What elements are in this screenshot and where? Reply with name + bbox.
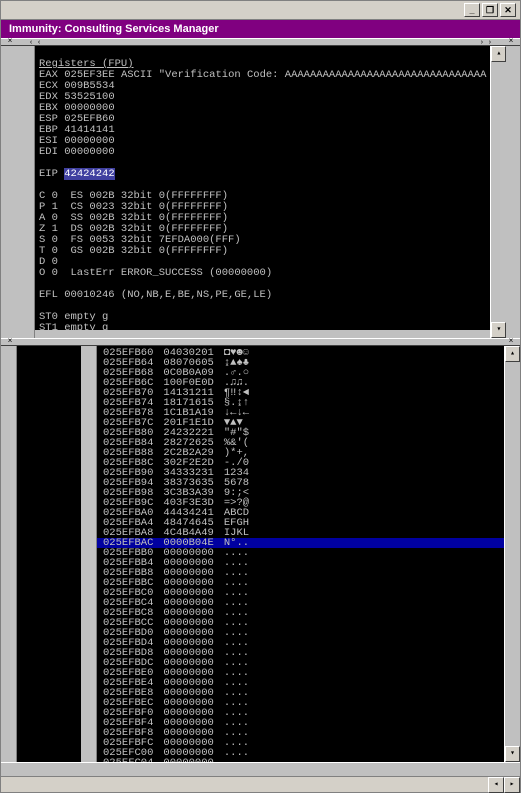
stack-pane[interactable]: 025EFB6004030201◘♥☻☺025EFB6408070605↨▲♠♣… bbox=[97, 346, 504, 762]
stack-row[interactable]: 025EFBEC00000000.... bbox=[103, 698, 498, 708]
horizontal-scrollbar[interactable]: ◂ ▸ bbox=[1, 776, 520, 792]
stack-row[interactable]: 025EFB7418171615§.↨↑ bbox=[103, 398, 498, 408]
stack-scroll-down-icon[interactable]: ▾ bbox=[505, 746, 520, 762]
stack-row[interactable]: 025EFB8024232221"#"$ bbox=[103, 428, 498, 438]
registers-gutter bbox=[1, 46, 35, 338]
panel-close-right-icon[interactable]: × bbox=[506, 38, 516, 46]
stack-row[interactable]: 025EFB90343332311234 bbox=[103, 468, 498, 478]
panel-nav-left2-icon[interactable]: ‹ bbox=[37, 39, 41, 47]
stack-panel-close-right-icon[interactable]: × bbox=[506, 338, 516, 346]
stack-row[interactable]: 025EFB7C201F1E1D▼▲▼ bbox=[103, 418, 498, 428]
hscroll-left-icon[interactable]: ◂ bbox=[488, 777, 504, 793]
fpu-st1[interactable]: ST1 empty g bbox=[39, 322, 108, 330]
stack-row[interactable]: 025EFBF400000000.... bbox=[103, 718, 498, 728]
stack-row[interactable]: 025EFBF000000000.... bbox=[103, 708, 498, 718]
stack-row[interactable]: 025EFBA84C4B4A49IJKL bbox=[103, 528, 498, 538]
stack-scroll-up-icon[interactable]: ▴ bbox=[505, 346, 520, 362]
stack-row[interactable]: 025EFBAC0000B04EN°.. bbox=[97, 538, 504, 548]
stack-row[interactable]: 025EFBA044434241ABCD bbox=[103, 508, 498, 518]
stack-gutter-outer bbox=[1, 346, 17, 762]
stack-row[interactable]: 025EFB6408070605↨▲♠♣ bbox=[103, 358, 498, 368]
eip-value-highlight: 42424242 bbox=[64, 168, 114, 180]
scroll-up-icon[interactable]: ▴ bbox=[491, 46, 506, 62]
stack-row[interactable]: 025EFBBC00000000.... bbox=[103, 578, 498, 588]
registers-pane[interactable]: Registers (FPU) EAX 025EF3EE ASCII "Veri… bbox=[35, 46, 490, 330]
close-button[interactable]: ✕ bbox=[500, 3, 516, 17]
stack-panel-header[interactable]: × × bbox=[1, 338, 520, 346]
stack-row[interactable]: 025EFC0000000000.... bbox=[103, 748, 498, 758]
status-bar bbox=[1, 762, 520, 776]
stack-row[interactable]: 025EFBD000000000.... bbox=[103, 628, 498, 638]
stack-row[interactable]: 025EFB680C0B0A09.♂.○ bbox=[103, 368, 498, 378]
stack-row[interactable]: 025EFB983C3B3A399:;< bbox=[103, 488, 498, 498]
panel-nav-left-icon[interactable]: ‹ bbox=[29, 39, 33, 47]
efl-line[interactable]: EFL 00010246 (NO,NB,E,BE,NS,PE,GE,LE) bbox=[39, 289, 272, 301]
app-frame: _ ❐ ✕ Immunity: Consulting Services Mana… bbox=[0, 0, 521, 793]
stack-row[interactable]: 025EFBD800000000.... bbox=[103, 648, 498, 658]
stack-row[interactable]: 025EFBE400000000.... bbox=[103, 678, 498, 688]
flag-line-5[interactable]: T 0 GS 002B 32bit 0(FFFFFFFF) bbox=[39, 245, 228, 257]
stack-row[interactable]: 025EFB7014131211¶‼↕◄ bbox=[103, 388, 498, 398]
stack-row[interactable]: 025EFBB400000000.... bbox=[103, 558, 498, 568]
hscroll-right-icon[interactable]: ▸ bbox=[504, 777, 520, 793]
stack-row[interactable]: 025EFBB000000000.... bbox=[103, 548, 498, 558]
app-title: Immunity: Consulting Services Manager bbox=[9, 23, 219, 35]
stack-row[interactable]: 025EFBCC00000000.... bbox=[103, 618, 498, 628]
panel-nav-right2-icon[interactable]: › bbox=[480, 39, 484, 47]
stack-row[interactable]: 025EFBE000000000.... bbox=[103, 668, 498, 678]
stack-scrollbar[interactable]: ▴ ▾ bbox=[504, 346, 520, 762]
maximize-button[interactable]: ❐ bbox=[482, 3, 498, 17]
stack-gutter-inner bbox=[81, 346, 97, 762]
stack-row[interactable]: 025EFB9C403F3E3D=>?@ bbox=[103, 498, 498, 508]
window-controls: _ ❐ ✕ bbox=[1, 1, 520, 20]
stack-row[interactable]: 025EFB8C302F2E2D-./0 bbox=[103, 458, 498, 468]
stack-panel-close-left-icon[interactable]: × bbox=[5, 338, 15, 346]
stack-ascii: .... bbox=[224, 758, 249, 762]
stack-row[interactable]: 025EFBA448474645EFGH bbox=[103, 518, 498, 528]
reg-edi[interactable]: EDI 00000000 bbox=[39, 146, 115, 158]
stack-row[interactable]: 025EFB94383736355678 bbox=[103, 478, 498, 488]
stack-row[interactable]: 025EFBDC00000000.... bbox=[103, 658, 498, 668]
stack-row[interactable]: 025EFBD400000000.... bbox=[103, 638, 498, 648]
stack-row[interactable]: 025EFB8428272625%&'( bbox=[103, 438, 498, 448]
registers-scrollbar[interactable]: ▴ ▾ bbox=[490, 46, 506, 338]
registers-panel-header[interactable]: × ‹ ‹ › › × bbox=[1, 38, 520, 46]
panel-close-left-icon[interactable]: × bbox=[5, 38, 15, 46]
stack-row[interactable]: 025EFBE800000000.... bbox=[103, 688, 498, 698]
stack-addr: 025EFC04 bbox=[103, 758, 153, 762]
reg-eip[interactable]: EIP 42424242 bbox=[39, 168, 115, 180]
stack-row[interactable]: 025EFBC000000000.... bbox=[103, 588, 498, 598]
stack-row[interactable]: 025EFBF800000000.... bbox=[103, 728, 498, 738]
title-bar[interactable]: Immunity: Consulting Services Manager bbox=[1, 20, 520, 38]
stack-row[interactable]: 025EFBC800000000.... bbox=[103, 608, 498, 618]
scroll-down-icon[interactable]: ▾ bbox=[491, 322, 506, 338]
flag-line-7[interactable]: O 0 LastErr ERROR_SUCCESS (00000000) bbox=[39, 267, 272, 279]
stack-row[interactable]: 025EFB6004030201◘♥☻☺ bbox=[103, 348, 498, 358]
stack-row[interactable]: 025EFB6C100F0E0D.♫♫. bbox=[103, 378, 498, 388]
minimize-button[interactable]: _ bbox=[464, 3, 480, 17]
stack-row[interactable]: 025EFB781C1B1A19↓←↓← bbox=[103, 408, 498, 418]
panel-nav-right-icon[interactable]: › bbox=[488, 39, 492, 47]
stack-row[interactable]: 025EFBB800000000.... bbox=[103, 568, 498, 578]
stack-row[interactable]: 025EFC04 00000000.... bbox=[103, 758, 498, 762]
stack-row[interactable]: 025EFB882C2B2A29)*+, bbox=[103, 448, 498, 458]
stack-hex: 00000000 bbox=[163, 758, 213, 762]
stack-row[interactable]: 025EFBC400000000.... bbox=[103, 598, 498, 608]
stack-row[interactable]: 025EFBFC00000000.... bbox=[103, 738, 498, 748]
